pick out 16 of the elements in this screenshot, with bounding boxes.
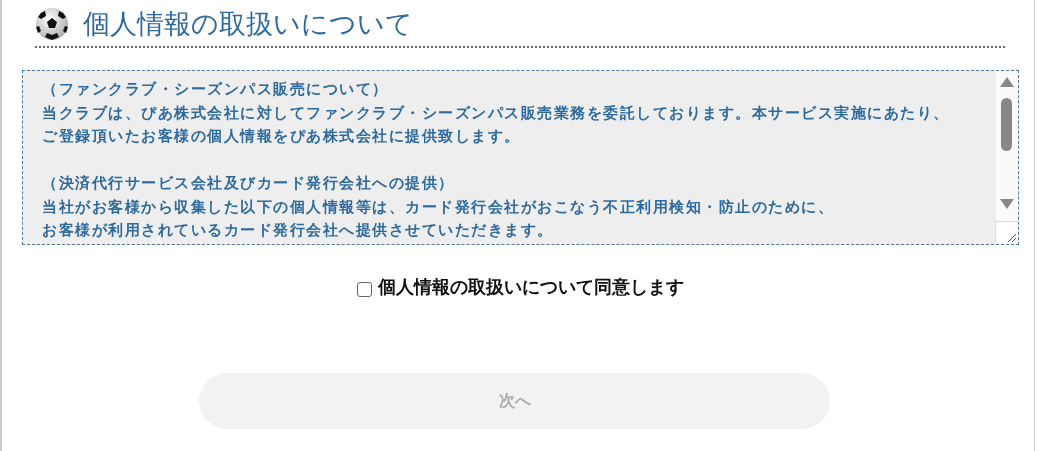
notice-text-area[interactable]: [22, 70, 1019, 245]
checkbox[interactable]: [357, 281, 372, 297]
scroll-up-icon[interactable]: [1000, 77, 1014, 87]
notice-line: ご登録頂いたお客様の個人情報をぴあ株式会社に提供致します。: [42, 126, 521, 147]
section-title: 個人情報の取扱いについて: [83, 7, 413, 41]
consent-label: 個人情報の取扱いについて同意します: [378, 275, 684, 299]
soccer-ball-icon: [35, 7, 69, 41]
notice-line: 当クラブは、ぴあ株式会社に対してファンクラブ・シーズンパス販売業務を委託しております。本サービス実施にあたり、: [42, 102, 950, 124]
scroll-thumb[interactable]: [1001, 98, 1012, 151]
notice-line: 当社がお客様から収集した以下の個人情報等は、カード発行会社がおこなう不正利用検知・防止のために、: [42, 196, 834, 218]
resize-grip-icon[interactable]: [1007, 233, 1017, 243]
notice-heading: （ファンクラブ・シーズンパス販売について）: [42, 79, 389, 100]
notice-line: お客様が利用されているカード発行会社へ提供させていただきます。: [42, 220, 554, 241]
notice-heading: （決済代行サービス会社及びカード発行会社への提供）: [42, 173, 455, 194]
scrollbar[interactable]: [996, 71, 1018, 221]
scroll-down-icon[interactable]: [1000, 199, 1014, 209]
